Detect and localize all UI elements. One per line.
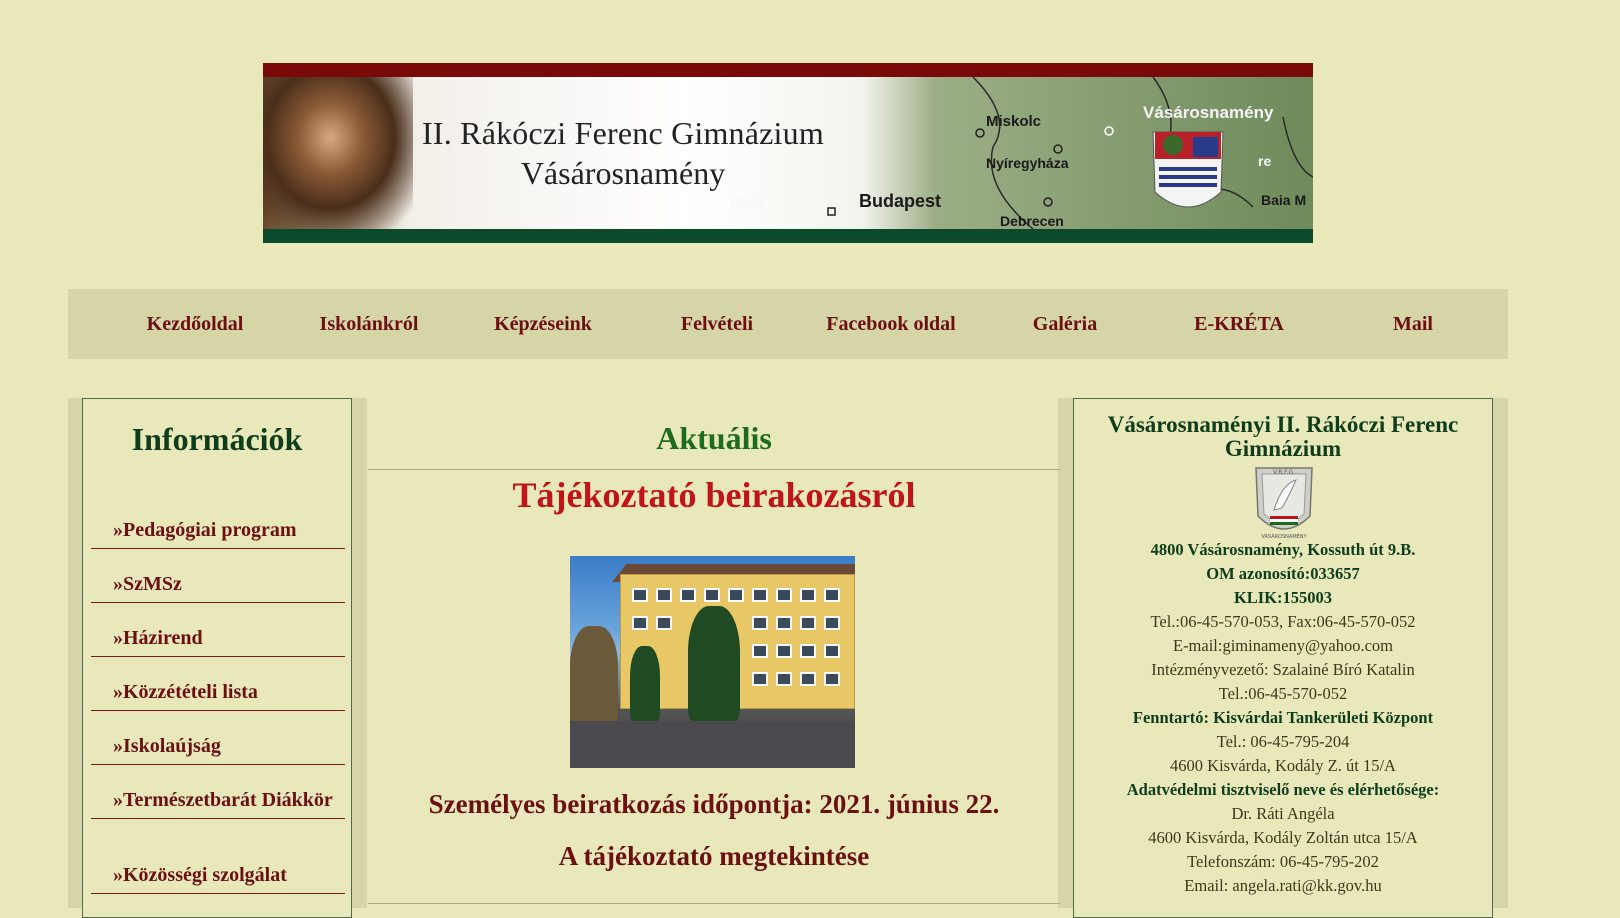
photo-road bbox=[570, 721, 855, 768]
school-building-photo[interactable] bbox=[570, 556, 855, 768]
photo-window bbox=[680, 588, 696, 602]
map-label-budapest: Budapest bbox=[859, 191, 942, 211]
maintainer-name: Fenntartó: Kisvárdai Tankerületi Központ bbox=[1132, 708, 1434, 727]
sidebar-link-house-rules[interactable]: »Házirend bbox=[91, 617, 345, 657]
photo-window bbox=[824, 588, 840, 602]
photo-window bbox=[704, 588, 720, 602]
nav-item-gallery[interactable]: Galéria bbox=[978, 313, 1152, 336]
dpo-name: Dr. Ráti Angéla bbox=[1231, 804, 1335, 823]
nav-item-admission[interactable]: Felvételi bbox=[630, 313, 804, 336]
photo-window bbox=[800, 588, 816, 602]
section-divider bbox=[368, 469, 1060, 470]
map-label-miskolc: Miskolc bbox=[986, 113, 1042, 130]
photo-window bbox=[800, 616, 816, 630]
info-sidebar: Információk »Pedagógiai program »SzMSz »… bbox=[82, 398, 352, 918]
map-label-debrecen: Debrecen bbox=[1000, 213, 1064, 229]
school-name: Vásárosnaményi II. Rákóczi Ferenc Gimnáz… bbox=[1074, 413, 1492, 461]
contact-info-box: Vásárosnaményi II. Rákóczi Ferenc Gimnáz… bbox=[1073, 398, 1493, 918]
sidebar-heading: Információk bbox=[131, 421, 303, 457]
phone-fax: Tel.:06-45-570-053, Fax:06-45-570-052 bbox=[1150, 612, 1416, 631]
maintainer-phone: Tel.: 06-45-795-204 bbox=[1216, 732, 1350, 751]
content-bottom-divider bbox=[368, 903, 1060, 904]
photo-window bbox=[752, 616, 768, 630]
school-email[interactable]: E-mail:giminameny@yahoo.com bbox=[1074, 636, 1492, 656]
photo-tree bbox=[688, 606, 740, 721]
maintainer-address: 4600 Kisvárda, Kodály Z. út 15/A bbox=[1170, 756, 1396, 775]
article-title[interactable]: Tájékoztató beirakozásról bbox=[368, 474, 1060, 516]
map-label-nyiregyhaza: Nyíregyháza bbox=[986, 155, 1069, 171]
crest-text: V.R.F.G. bbox=[1273, 469, 1295, 476]
dpo-phone: Telefonszám: 06-45-795-202 bbox=[1187, 852, 1379, 871]
om-id: OM azonosító:033657 bbox=[1206, 564, 1360, 583]
klik-id: KLIK:155003 bbox=[1233, 588, 1333, 607]
photo-tree bbox=[630, 646, 660, 721]
photo-window bbox=[752, 672, 768, 686]
photo-window bbox=[800, 672, 816, 686]
banner-title-line2: Vásárosnamény bbox=[520, 155, 726, 191]
crest-bottom-text: VÁSÁROSNAMÉNY bbox=[1261, 532, 1307, 540]
nav-item-programs[interactable]: Képzéseink bbox=[456, 313, 630, 336]
header-banner: II. Rákóczi Ferenc Gimnázium Vásárosnamé… bbox=[263, 63, 1313, 243]
photo-tree bbox=[570, 626, 618, 726]
photo-window bbox=[776, 588, 792, 602]
school-crest-icon: V.R.F.G. VÁSÁROSNAMÉNY bbox=[1255, 467, 1313, 540]
banner-title-line1: II. Rákóczi Ferenc Gimnázium bbox=[422, 115, 824, 151]
main-navigation: Kezdőoldal Iskolánkról Képzéseink Felvét… bbox=[68, 289, 1508, 359]
photo-window bbox=[752, 644, 768, 658]
photo-window bbox=[656, 588, 672, 602]
photo-window bbox=[776, 644, 792, 658]
sidebar-link-nature-club[interactable]: »Természetbarát Diákkör bbox=[91, 779, 345, 819]
photo-window bbox=[776, 616, 792, 630]
sidebar-link-community-service[interactable]: »Közösségi szolgálat bbox=[91, 854, 345, 894]
map-label-baia: Baia M bbox=[1261, 192, 1307, 208]
dpo-address: 4600 Kisvárda, Kodály Zoltán utca 15/A bbox=[1148, 828, 1418, 847]
photo-window bbox=[632, 616, 648, 630]
nav-item-about[interactable]: Iskolánkról bbox=[282, 313, 456, 336]
sidebar-link-school-newspaper[interactable]: »Iskolaújság bbox=[91, 725, 345, 765]
nav-item-mail[interactable]: Mail bbox=[1326, 313, 1500, 336]
photo-window bbox=[656, 616, 672, 630]
view-info-link[interactable]: A tájékoztató megtekintése bbox=[368, 841, 1060, 872]
banner-bottom-band bbox=[263, 229, 1313, 243]
nav-item-home[interactable]: Kezdőoldal bbox=[108, 313, 282, 336]
banner-top-band bbox=[263, 63, 1313, 77]
enrollment-date: Személyes beiratkozás időpontja: 2021. j… bbox=[428, 789, 1000, 819]
school-name-line2: Gimnázium bbox=[1224, 436, 1342, 461]
dpo-email[interactable]: Email: angela.rati@kk.gov.hu bbox=[1074, 876, 1492, 896]
photo-window bbox=[800, 644, 816, 658]
main-content: Aktuális Tájékoztató beirakozásról Szemé… bbox=[368, 398, 1060, 908]
photo-window bbox=[776, 672, 792, 686]
photo-window bbox=[824, 616, 840, 630]
sidebar-link-disclosure-list[interactable]: »Közzétételi lista bbox=[91, 671, 345, 711]
photo-window bbox=[752, 588, 768, 602]
nav-item-facebook[interactable]: Facebook oldal bbox=[804, 313, 978, 336]
map-label-vasarosnameny: Vásárosnamény bbox=[1143, 103, 1274, 122]
map-label-gyor: Győr bbox=[731, 194, 764, 210]
map-label-re: re bbox=[1258, 153, 1272, 169]
section-title: Aktuális bbox=[656, 420, 772, 456]
nav-item-ekreta[interactable]: E-KRÉTA bbox=[1152, 313, 1326, 336]
director-name: Intézményvezető: Szalainé Bíró Katalin bbox=[1151, 660, 1415, 679]
photo-window bbox=[632, 588, 648, 602]
director-phone: Tel.:06-45-570-052 bbox=[1218, 684, 1348, 703]
sidebar-link-szmsz[interactable]: »SzMSz bbox=[91, 563, 345, 603]
photo-window bbox=[824, 672, 840, 686]
school-address: 4800 Vásárosnamény, Kossuth út 9.B. bbox=[1150, 540, 1416, 559]
photo-window bbox=[824, 644, 840, 658]
sidebar-link-pedagogical-program[interactable]: »Pedagógiai program bbox=[91, 509, 345, 549]
dpo-title: Adatvédelmi tisztviselő neve és elérhető… bbox=[1126, 780, 1440, 799]
school-name-line1: Vásárosnaményi II. Rákóczi Ferenc bbox=[1107, 412, 1459, 437]
photo-window bbox=[728, 588, 744, 602]
rakoczi-portrait bbox=[263, 77, 413, 229]
